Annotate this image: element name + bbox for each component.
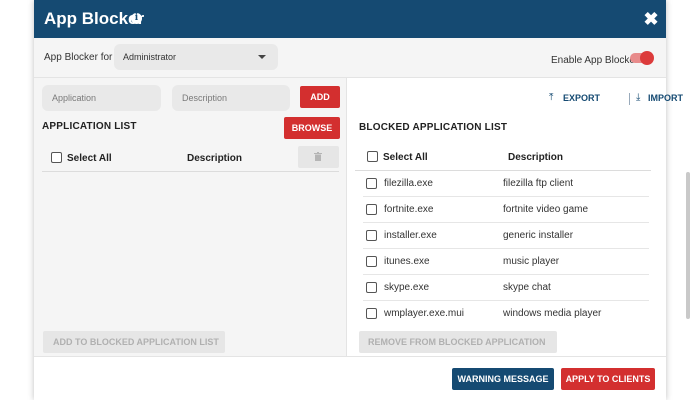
apply-to-clients-button[interactable]: APPLY TO CLIENTS	[561, 368, 655, 390]
add-to-blocked-list-button[interactable]: ADD TO BLOCKED APPLICATION LIST ➔	[43, 331, 225, 369]
select-all-label: Select All	[67, 153, 112, 164]
table-row[interactable]: skype.exe skype chat	[363, 275, 649, 301]
row-description: music player	[503, 256, 560, 267]
table-row[interactable]: installer.exe generic installer	[363, 223, 649, 249]
row-description: generic installer	[503, 230, 574, 241]
user-select[interactable]: Administrator	[114, 44, 278, 70]
row-checkbox[interactable]	[366, 282, 377, 293]
enable-app-blocker-label: Enable App Blocker	[551, 55, 639, 66]
blocked-select-all-checkbox[interactable]	[367, 151, 378, 162]
description-input[interactable]	[172, 85, 290, 111]
application-list-title: APPLICATION LIST	[42, 121, 137, 132]
application-list-panel: ADD APPLICATION LIST BROWSE Select All D…	[34, 78, 347, 369]
blocked-application-list-panel: ⤒ EXPORT ⤓ IMPORT BLOCKED APPLICATION LI…	[347, 78, 690, 369]
row-description: skype chat	[503, 282, 551, 293]
add-to-blocked-list-label: ADD TO BLOCKED APPLICATION LIST	[53, 337, 219, 347]
application-list-divider	[42, 171, 339, 172]
target-bar: App Blocker for Administrator Enable App…	[34, 38, 666, 78]
description-header: Description	[187, 153, 243, 164]
export-icon: ⤒	[549, 92, 554, 103]
row-application: wmplayer.exe.mui	[384, 308, 465, 319]
delete-button[interactable]	[298, 146, 339, 168]
app-blocker-for-label: App Blocker for	[44, 52, 113, 63]
row-description: windows media player	[503, 308, 602, 319]
import-link[interactable]: IMPORT	[648, 93, 683, 103]
blocked-select-all-label: Select All	[383, 152, 428, 163]
blocked-list-scrollbar[interactable]	[686, 172, 690, 319]
row-checkbox[interactable]	[366, 230, 377, 241]
table-row[interactable]: fortnite.exe fortnite video game	[363, 197, 649, 223]
dialog-title: App Blocker	[44, 9, 145, 28]
user-select-value: Administrator	[123, 52, 177, 62]
import-icon: ⤓	[636, 92, 641, 103]
close-icon[interactable]: ✖	[642, 9, 660, 29]
application-input[interactable]	[42, 85, 161, 111]
row-checkbox[interactable]	[366, 204, 377, 215]
table-row[interactable]: wmplayer.exe.mui windows media player	[363, 301, 649, 321]
warning-message-button[interactable]: WARNING MESSAGE	[452, 368, 554, 390]
table-row[interactable]: itunes.exe music player	[363, 249, 649, 275]
row-checkbox[interactable]	[366, 308, 377, 319]
dialog-footer: WARNING MESSAGE APPLY TO CLIENTS	[34, 356, 666, 400]
row-application: installer.exe	[384, 230, 437, 241]
chevron-down-icon	[258, 55, 266, 59]
table-row[interactable]: filezilla.exe filezilla ftp client	[363, 171, 649, 197]
info-icon[interactable]: i	[131, 13, 142, 24]
browse-button[interactable]: BROWSE	[284, 117, 340, 139]
row-description: filezilla ftp client	[503, 178, 574, 189]
add-button[interactable]: ADD	[300, 86, 340, 108]
app-blocker-dialog: App Blocker i ✖ App Blocker for Administ…	[34, 0, 690, 400]
blocked-application-list-title: BLOCKED APPLICATION LIST	[359, 122, 508, 133]
row-description: fortnite video game	[503, 204, 589, 215]
enable-app-blocker-toggle[interactable]	[630, 51, 654, 65]
title-bar: App Blocker i ✖	[34, 0, 666, 38]
row-application: filezilla.exe	[384, 178, 433, 189]
select-all-checkbox[interactable]	[51, 152, 62, 163]
remove-from-blocked-list-button[interactable]: REMOVE FROM BLOCKED APPLICATION LIST 🡐	[359, 331, 557, 369]
toggle-knob	[640, 51, 654, 65]
export-link[interactable]: EXPORT	[563, 93, 600, 103]
trash-icon	[314, 152, 322, 161]
row-checkbox[interactable]	[366, 178, 377, 189]
blocked-description-header: Description	[508, 152, 564, 163]
row-checkbox[interactable]	[366, 256, 377, 267]
link-separator	[629, 93, 630, 105]
blocked-application-list: filezilla.exe filezilla ftp client fortn…	[359, 171, 651, 321]
row-application: itunes.exe	[384, 256, 430, 267]
row-application: skype.exe	[384, 282, 430, 293]
row-application: fortnite.exe	[384, 204, 434, 215]
